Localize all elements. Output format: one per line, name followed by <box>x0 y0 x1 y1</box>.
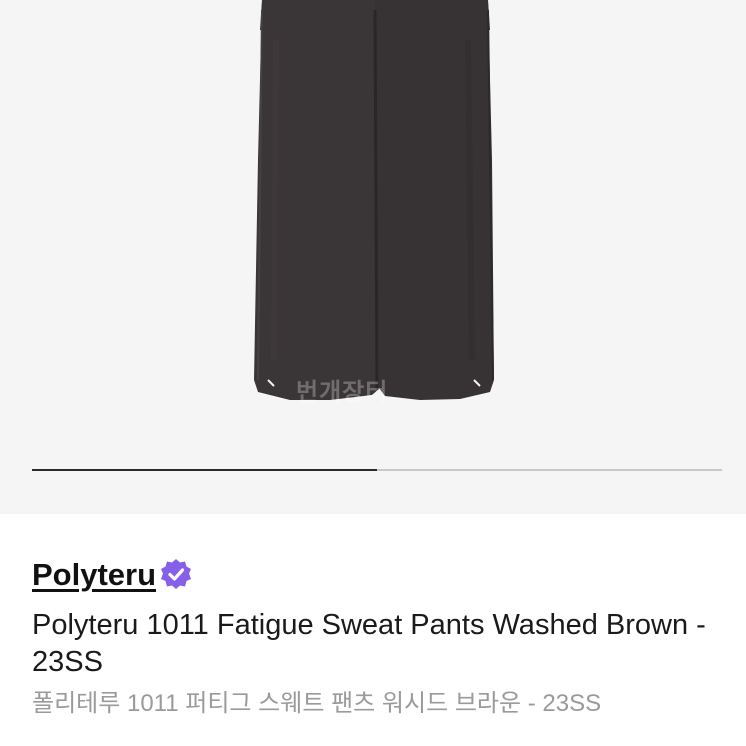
watermark-text: 번개장터 <box>296 379 389 406</box>
product-info: Polyteru Polyteru 1011 Fatigue Sweat Pan… <box>32 550 722 719</box>
product-title: Polyteru 1011 Fatigue Sweat Pants Washed… <box>32 609 706 678</box>
verified-badge-icon <box>159 558 193 592</box>
gallery-progress-fill <box>32 469 377 471</box>
product-image-gallery[interactable]: 번개장터 <box>0 0 746 514</box>
gallery-progress-bar[interactable] <box>32 469 722 471</box>
brand-link[interactable]: Polyteru <box>32 557 156 593</box>
brand-row: Polyteru <box>32 550 722 600</box>
product-subtitle-korean: 폴리테루 1011 퍼티그 스웨트 팬츠 워시드 브라운 - 23SS <box>32 690 602 717</box>
product-photo <box>254 0 494 400</box>
